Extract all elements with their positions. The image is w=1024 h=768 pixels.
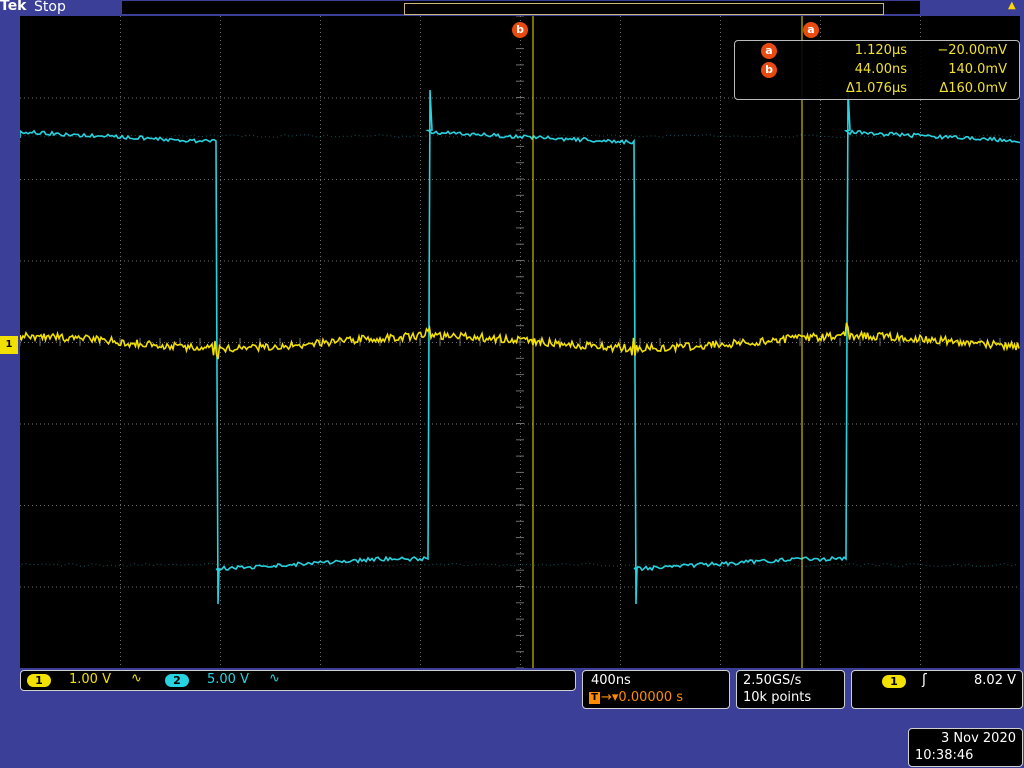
rising-edge-icon: ʃ <box>922 672 927 688</box>
brand-logo: Tek <box>0 0 27 14</box>
trigger-level[interactable]: 8.02 V <box>974 673 1016 688</box>
trigger-source-badge[interactable]: 1 <box>882 675 906 688</box>
acquisition-state: Stop <box>34 0 66 15</box>
cursor-a-value: −20.00mV <box>937 42 1007 60</box>
cursor-readout: a 1.120µs −20.00mV b 44.00ns 140.0mV Δ1.… <box>734 40 1020 100</box>
ch1-ground-marker[interactable]: 1 <box>0 336 18 354</box>
delta-time: Δ1.076µs <box>846 80 907 98</box>
graticule <box>20 16 1017 668</box>
waveform-display[interactable] <box>20 16 1020 668</box>
ch2-trace <box>20 90 1020 604</box>
readout-row-a: a 1.120µs −20.00mV <box>735 42 1019 60</box>
cursor-a-time: 1.120µs <box>855 42 907 60</box>
time-per-div[interactable]: 400ns <box>591 673 631 688</box>
trigger-t-icon: T <box>589 692 600 704</box>
sample-rate: 2.50GS/s <box>743 673 801 688</box>
waveform-plot <box>20 16 1020 668</box>
trigger-position-icon: ▲ <box>1008 0 1016 11</box>
cursor-b-marker[interactable]: b <box>512 22 528 38</box>
trigger-position-value: →▾0.00000 s <box>601 690 683 705</box>
record-overview-bar[interactable] <box>122 1 920 14</box>
readout-row-delta: Δ1.076µs Δ160.0mV <box>735 80 1019 98</box>
horizontal-settings[interactable]: 400ns T →▾0.00000 s <box>582 670 730 709</box>
delta-value: Δ160.0mV <box>939 80 1007 98</box>
ch2-badge[interactable]: 2 <box>165 674 189 687</box>
time: 10:38:46 <box>915 748 973 763</box>
ch1-badge[interactable]: 1 <box>27 674 51 687</box>
trigger-position[interactable]: T →▾0.00000 s <box>589 690 683 705</box>
datetime-display: 3 Nov 2020 10:38:46 <box>908 728 1023 767</box>
cursor-a-label: a <box>761 43 777 59</box>
acquisition-settings[interactable]: 2.50GS/s 10k points <box>736 670 845 709</box>
ch2-trace-persistence <box>20 135 1016 568</box>
trigger-settings[interactable]: 1 ʃ 8.02 V <box>851 670 1023 709</box>
record-length: 10k points <box>743 690 811 705</box>
date: 3 Nov 2020 <box>941 731 1016 746</box>
readout-row-b: b 44.00ns 140.0mV <box>735 61 1019 79</box>
cursor-b-value: 140.0mV <box>948 61 1007 79</box>
cursor-b-time: 44.00ns <box>855 61 907 79</box>
ch2-scale[interactable]: 5.00 V <box>207 672 249 687</box>
ch2-coupling-icon: ∿ <box>269 671 280 686</box>
cursor-a-marker[interactable]: a <box>803 22 819 38</box>
cursor-b-label: b <box>761 62 777 78</box>
record-view-window[interactable] <box>404 3 884 15</box>
channel-settings-bar[interactable]: 1 1.00 V ∿ 2 5.00 V ∿ <box>20 670 576 691</box>
status-bar: Tek Stop ▲ <box>0 0 1024 16</box>
ch1-scale[interactable]: 1.00 V <box>69 672 111 687</box>
ch1-coupling-icon: ∿ <box>131 671 142 686</box>
